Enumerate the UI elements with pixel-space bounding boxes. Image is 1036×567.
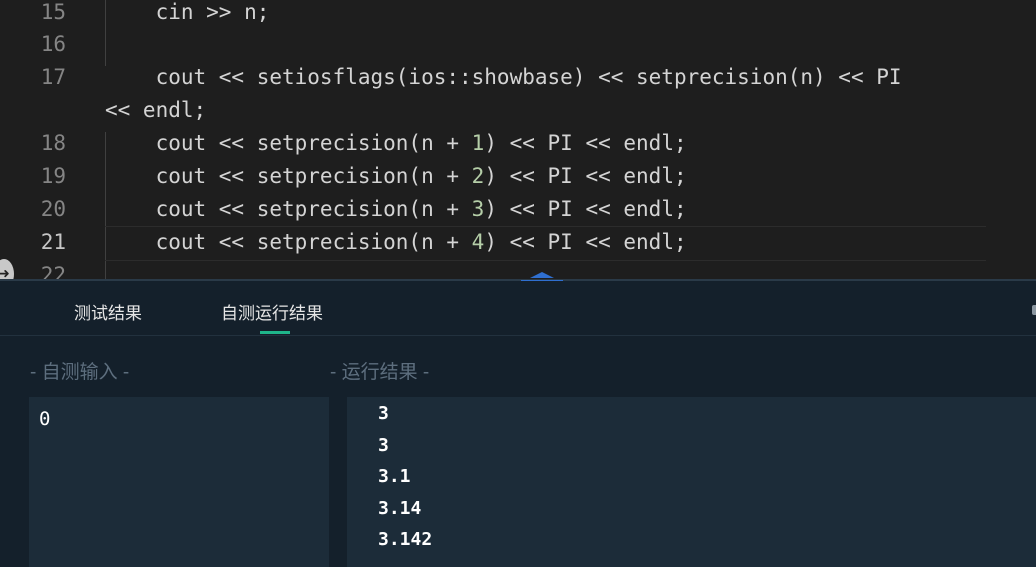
- run-result-box: 3 3 3.1 3.14 3.142: [347, 397, 1036, 567]
- code-token: ) << PI << endl;: [484, 131, 687, 155]
- code-token: ) << PI << endl;: [484, 197, 687, 221]
- code-line[interactable]: 17 cout << setiosflags(ios::showbase) <<…: [0, 61, 1036, 94]
- output-line: 3: [378, 403, 389, 424]
- line-number: 19: [40, 164, 66, 188]
- custom-input-box[interactable]: 0: [29, 397, 329, 567]
- code-token: cout << setprecision(n +: [105, 131, 472, 155]
- number-literal: 1: [471, 131, 485, 155]
- code-text: cout << setprecision(n + 2) << PI << end…: [105, 160, 687, 193]
- tab-test-results[interactable]: 测试结果: [74, 299, 142, 324]
- code-token: cin >> n;: [105, 0, 270, 24]
- output-line: 3.142: [378, 529, 433, 550]
- line-number: 17: [40, 65, 66, 89]
- code-text: << endl;: [105, 94, 206, 127]
- code-line[interactable]: 19 cout << setprecision(n + 2) << PI << …: [0, 160, 1036, 193]
- code-line[interactable]: << endl;: [0, 94, 1036, 127]
- line-number: 15: [40, 0, 66, 24]
- tab-self-test-results[interactable]: 自测运行结果: [221, 299, 323, 324]
- code-line[interactable]: 20 cout << setprecision(n + 3) << PI << …: [0, 193, 1036, 226]
- line-number: 21: [40, 230, 66, 254]
- number-literal: 4: [471, 230, 485, 254]
- code-token: cout << setprecision(n +: [105, 230, 472, 254]
- code-text: cout << setiosflags(ios::showbase) << se…: [105, 61, 902, 94]
- code-token: cout << setprecision(n +: [105, 164, 472, 188]
- code-line[interactable]: 18 cout << setprecision(n + 1) << PI << …: [0, 127, 1036, 160]
- bottom-panel: 测试结果 自测运行结果 - 自测输入 - - 运行结果 - 0 3 3 3.1 …: [0, 281, 1036, 567]
- code-text: cin >> n;: [105, 0, 270, 29]
- code-line[interactable]: 15 cin >> n;: [0, 0, 1036, 29]
- code-text: cout << setprecision(n + 1) << PI << end…: [105, 127, 687, 160]
- code-line[interactable]: 22: [0, 259, 1036, 280]
- panel-edge-handle[interactable]: [1032, 305, 1036, 315]
- line-number: 16: [40, 32, 66, 56]
- number-literal: 3: [471, 197, 485, 221]
- line-number: 20: [40, 197, 66, 221]
- output-line: 3.1: [378, 466, 411, 487]
- line-number: 18: [40, 131, 66, 155]
- code-token: ) << PI << endl;: [484, 164, 687, 188]
- code-token: ) << PI << endl;: [484, 230, 687, 254]
- code-line[interactable]: 16: [0, 28, 1036, 61]
- panel-tabs: 测试结果 自测运行结果: [0, 281, 1036, 336]
- code-text: cout << setprecision(n + 4) << PI << end…: [105, 226, 687, 259]
- output-line: 3.14: [378, 498, 422, 519]
- custom-input-value: 0: [39, 408, 51, 430]
- code-token: cout << setprecision(n +: [105, 197, 472, 221]
- active-tab-indicator: [260, 331, 290, 334]
- code-editor[interactable]: 15 cin >> n; 16 17 cout << setiosflags(ios…: [0, 0, 1036, 280]
- code-text: cout << setprecision(n + 3) << PI << end…: [105, 193, 687, 226]
- code-token: << endl;: [105, 98, 207, 122]
- code-line[interactable]: 21 cout << setprecision(n + 4) << PI << …: [0, 226, 1036, 259]
- code-token: cout << setiosflags(ios::showbase) << se…: [105, 65, 902, 89]
- output-line: 3: [378, 435, 389, 456]
- run-result-label: - 运行结果 -: [330, 362, 430, 383]
- custom-input-label: - 自测输入 -: [30, 362, 130, 383]
- number-literal: 2: [471, 164, 485, 188]
